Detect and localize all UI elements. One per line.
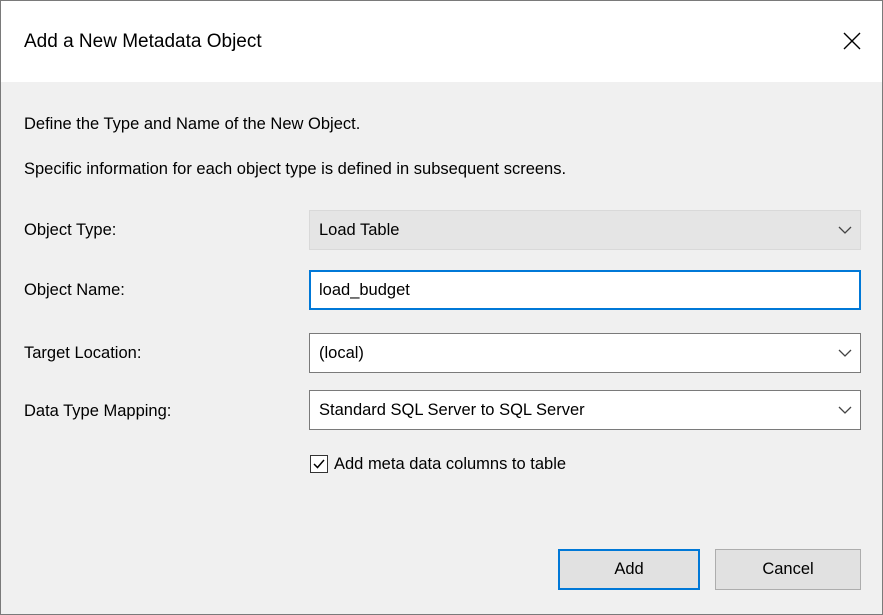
meta-columns-label[interactable]: Add meta data columns to table [334, 455, 566, 474]
object-name-label: Object Name: [24, 281, 125, 299]
cancel-button[interactable]: Cancel [715, 549, 861, 590]
target-location-label: Target Location: [24, 344, 142, 362]
chevron-down-icon [838, 406, 852, 414]
intro-text-2: Specific information for each object typ… [24, 160, 567, 178]
object-name-input[interactable]: load_budget [309, 270, 861, 310]
checkmark-icon [313, 459, 325, 469]
object-type-combo[interactable]: Load Table [309, 210, 861, 250]
target-location-combo[interactable]: (local) [309, 333, 861, 373]
intro-text-1: Define the Type and Name of the New Obje… [24, 115, 361, 133]
close-button[interactable] [836, 25, 868, 57]
data-type-mapping-label: Data Type Mapping: [24, 402, 172, 420]
meta-columns-checkbox[interactable] [310, 455, 328, 473]
chevron-down-icon [838, 349, 852, 357]
add-button[interactable]: Add [558, 549, 700, 590]
object-type-value: Load Table [319, 220, 400, 239]
chevron-down-icon [838, 226, 852, 234]
object-name-value: load_budget [319, 280, 410, 299]
target-location-value: (local) [319, 343, 364, 362]
data-type-mapping-value: Standard SQL Server to SQL Server [319, 400, 585, 419]
dialog-title: Add a New Metadata Object [24, 31, 262, 52]
title-bar: Add a New Metadata Object [1, 1, 882, 82]
add-metadata-object-dialog: Add a New Metadata Object Define the Typ… [0, 0, 883, 615]
object-type-label: Object Type: [24, 221, 117, 239]
data-type-mapping-combo[interactable]: Standard SQL Server to SQL Server [309, 390, 861, 430]
close-icon [843, 32, 861, 50]
